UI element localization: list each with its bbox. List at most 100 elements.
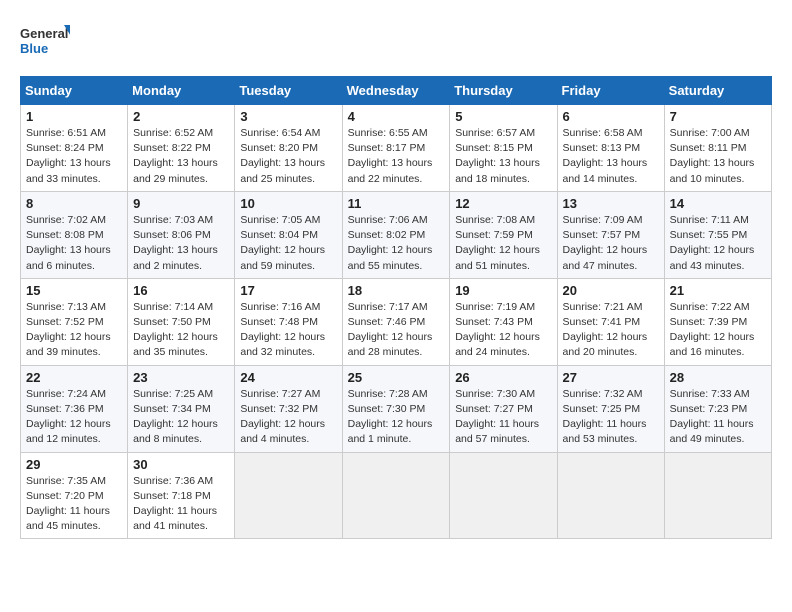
calendar-cell: 3 Sunrise: 6:54 AM Sunset: 8:20 PM Dayli… bbox=[235, 105, 342, 192]
calendar-cell: 25 Sunrise: 7:28 AM Sunset: 7:30 PM Dayl… bbox=[342, 365, 450, 452]
day-info: Sunrise: 7:11 AM Sunset: 7:55 PM Dayligh… bbox=[670, 213, 766, 274]
calendar-cell bbox=[342, 452, 450, 539]
calendar-row: 22 Sunrise: 7:24 AM Sunset: 7:36 PM Dayl… bbox=[21, 365, 772, 452]
page-header: General Blue bbox=[20, 20, 772, 60]
calendar-cell bbox=[557, 452, 664, 539]
day-number: 20 bbox=[563, 283, 659, 298]
day-info: Sunrise: 7:05 AM Sunset: 8:04 PM Dayligh… bbox=[240, 213, 336, 274]
day-number: 17 bbox=[240, 283, 336, 298]
calendar-cell: 30 Sunrise: 7:36 AM Sunset: 7:18 PM Dayl… bbox=[128, 452, 235, 539]
day-of-week-header: Friday bbox=[557, 77, 664, 105]
day-info: Sunrise: 7:36 AM Sunset: 7:18 PM Dayligh… bbox=[133, 474, 229, 535]
day-info: Sunrise: 7:27 AM Sunset: 7:32 PM Dayligh… bbox=[240, 387, 336, 448]
day-info: Sunrise: 7:21 AM Sunset: 7:41 PM Dayligh… bbox=[563, 300, 659, 361]
day-info: Sunrise: 6:54 AM Sunset: 8:20 PM Dayligh… bbox=[240, 126, 336, 187]
day-number: 14 bbox=[670, 196, 766, 211]
calendar-cell bbox=[664, 452, 771, 539]
calendar-cell: 13 Sunrise: 7:09 AM Sunset: 7:57 PM Dayl… bbox=[557, 191, 664, 278]
day-info: Sunrise: 7:03 AM Sunset: 8:06 PM Dayligh… bbox=[133, 213, 229, 274]
calendar-cell: 6 Sunrise: 6:58 AM Sunset: 8:13 PM Dayli… bbox=[557, 105, 664, 192]
day-number: 27 bbox=[563, 370, 659, 385]
day-number: 6 bbox=[563, 109, 659, 124]
day-of-week-header: Tuesday bbox=[235, 77, 342, 105]
day-of-week-header: Sunday bbox=[21, 77, 128, 105]
calendar-row: 8 Sunrise: 7:02 AM Sunset: 8:08 PM Dayli… bbox=[21, 191, 772, 278]
day-info: Sunrise: 7:19 AM Sunset: 7:43 PM Dayligh… bbox=[455, 300, 551, 361]
calendar-cell: 20 Sunrise: 7:21 AM Sunset: 7:41 PM Dayl… bbox=[557, 278, 664, 365]
day-info: Sunrise: 7:25 AM Sunset: 7:34 PM Dayligh… bbox=[133, 387, 229, 448]
day-info: Sunrise: 7:28 AM Sunset: 7:30 PM Dayligh… bbox=[348, 387, 445, 448]
day-info: Sunrise: 7:32 AM Sunset: 7:25 PM Dayligh… bbox=[563, 387, 659, 448]
day-info: Sunrise: 7:22 AM Sunset: 7:39 PM Dayligh… bbox=[670, 300, 766, 361]
day-number: 1 bbox=[26, 109, 122, 124]
day-number: 28 bbox=[670, 370, 766, 385]
day-number: 18 bbox=[348, 283, 445, 298]
day-info: Sunrise: 7:33 AM Sunset: 7:23 PM Dayligh… bbox=[670, 387, 766, 448]
day-info: Sunrise: 7:09 AM Sunset: 7:57 PM Dayligh… bbox=[563, 213, 659, 274]
day-number: 24 bbox=[240, 370, 336, 385]
day-number: 26 bbox=[455, 370, 551, 385]
calendar-row: 1 Sunrise: 6:51 AM Sunset: 8:24 PM Dayli… bbox=[21, 105, 772, 192]
day-number: 19 bbox=[455, 283, 551, 298]
calendar-cell: 16 Sunrise: 7:14 AM Sunset: 7:50 PM Dayl… bbox=[128, 278, 235, 365]
calendar-cell: 11 Sunrise: 7:06 AM Sunset: 8:02 PM Dayl… bbox=[342, 191, 450, 278]
logo: General Blue bbox=[20, 20, 70, 60]
day-of-week-header: Wednesday bbox=[342, 77, 450, 105]
calendar-cell: 17 Sunrise: 7:16 AM Sunset: 7:48 PM Dayl… bbox=[235, 278, 342, 365]
calendar-cell: 15 Sunrise: 7:13 AM Sunset: 7:52 PM Dayl… bbox=[21, 278, 128, 365]
calendar-cell: 28 Sunrise: 7:33 AM Sunset: 7:23 PM Dayl… bbox=[664, 365, 771, 452]
day-number: 25 bbox=[348, 370, 445, 385]
day-info: Sunrise: 7:14 AM Sunset: 7:50 PM Dayligh… bbox=[133, 300, 229, 361]
day-info: Sunrise: 7:24 AM Sunset: 7:36 PM Dayligh… bbox=[26, 387, 122, 448]
calendar-cell: 27 Sunrise: 7:32 AM Sunset: 7:25 PM Dayl… bbox=[557, 365, 664, 452]
day-number: 21 bbox=[670, 283, 766, 298]
day-info: Sunrise: 7:02 AM Sunset: 8:08 PM Dayligh… bbox=[26, 213, 122, 274]
day-info: Sunrise: 7:16 AM Sunset: 7:48 PM Dayligh… bbox=[240, 300, 336, 361]
svg-text:Blue: Blue bbox=[20, 41, 48, 56]
calendar-cell: 24 Sunrise: 7:27 AM Sunset: 7:32 PM Dayl… bbox=[235, 365, 342, 452]
calendar-cell: 26 Sunrise: 7:30 AM Sunset: 7:27 PM Dayl… bbox=[450, 365, 557, 452]
day-number: 10 bbox=[240, 196, 336, 211]
day-number: 4 bbox=[348, 109, 445, 124]
calendar-cell: 22 Sunrise: 7:24 AM Sunset: 7:36 PM Dayl… bbox=[21, 365, 128, 452]
day-number: 23 bbox=[133, 370, 229, 385]
day-number: 3 bbox=[240, 109, 336, 124]
day-info: Sunrise: 7:00 AM Sunset: 8:11 PM Dayligh… bbox=[670, 126, 766, 187]
day-info: Sunrise: 7:08 AM Sunset: 7:59 PM Dayligh… bbox=[455, 213, 551, 274]
calendar-cell: 21 Sunrise: 7:22 AM Sunset: 7:39 PM Dayl… bbox=[664, 278, 771, 365]
calendar-cell: 10 Sunrise: 7:05 AM Sunset: 8:04 PM Dayl… bbox=[235, 191, 342, 278]
calendar-cell bbox=[450, 452, 557, 539]
day-info: Sunrise: 6:58 AM Sunset: 8:13 PM Dayligh… bbox=[563, 126, 659, 187]
day-number: 8 bbox=[26, 196, 122, 211]
calendar-cell: 29 Sunrise: 7:35 AM Sunset: 7:20 PM Dayl… bbox=[21, 452, 128, 539]
calendar-cell: 14 Sunrise: 7:11 AM Sunset: 7:55 PM Dayl… bbox=[664, 191, 771, 278]
calendar-cell: 8 Sunrise: 7:02 AM Sunset: 8:08 PM Dayli… bbox=[21, 191, 128, 278]
day-info: Sunrise: 6:55 AM Sunset: 8:17 PM Dayligh… bbox=[348, 126, 445, 187]
day-number: 7 bbox=[670, 109, 766, 124]
calendar-cell: 23 Sunrise: 7:25 AM Sunset: 7:34 PM Dayl… bbox=[128, 365, 235, 452]
calendar-cell: 2 Sunrise: 6:52 AM Sunset: 8:22 PM Dayli… bbox=[128, 105, 235, 192]
calendar-header-row: SundayMondayTuesdayWednesdayThursdayFrid… bbox=[21, 77, 772, 105]
day-info: Sunrise: 6:57 AM Sunset: 8:15 PM Dayligh… bbox=[455, 126, 551, 187]
day-number: 11 bbox=[348, 196, 445, 211]
calendar-cell bbox=[235, 452, 342, 539]
calendar-cell: 9 Sunrise: 7:03 AM Sunset: 8:06 PM Dayli… bbox=[128, 191, 235, 278]
calendar-cell: 4 Sunrise: 6:55 AM Sunset: 8:17 PM Dayli… bbox=[342, 105, 450, 192]
day-of-week-header: Saturday bbox=[664, 77, 771, 105]
svg-text:General: General bbox=[20, 26, 68, 41]
day-number: 30 bbox=[133, 457, 229, 472]
calendar-cell: 12 Sunrise: 7:08 AM Sunset: 7:59 PM Dayl… bbox=[450, 191, 557, 278]
day-number: 9 bbox=[133, 196, 229, 211]
logo-svg: General Blue bbox=[20, 20, 70, 60]
calendar-cell: 7 Sunrise: 7:00 AM Sunset: 8:11 PM Dayli… bbox=[664, 105, 771, 192]
calendar-cell: 18 Sunrise: 7:17 AM Sunset: 7:46 PM Dayl… bbox=[342, 278, 450, 365]
day-number: 13 bbox=[563, 196, 659, 211]
day-number: 22 bbox=[26, 370, 122, 385]
day-info: Sunrise: 7:35 AM Sunset: 7:20 PM Dayligh… bbox=[26, 474, 122, 535]
day-number: 15 bbox=[26, 283, 122, 298]
day-info: Sunrise: 6:51 AM Sunset: 8:24 PM Dayligh… bbox=[26, 126, 122, 187]
day-number: 2 bbox=[133, 109, 229, 124]
calendar-row: 29 Sunrise: 7:35 AM Sunset: 7:20 PM Dayl… bbox=[21, 452, 772, 539]
day-info: Sunrise: 7:30 AM Sunset: 7:27 PM Dayligh… bbox=[455, 387, 551, 448]
day-of-week-header: Monday bbox=[128, 77, 235, 105]
